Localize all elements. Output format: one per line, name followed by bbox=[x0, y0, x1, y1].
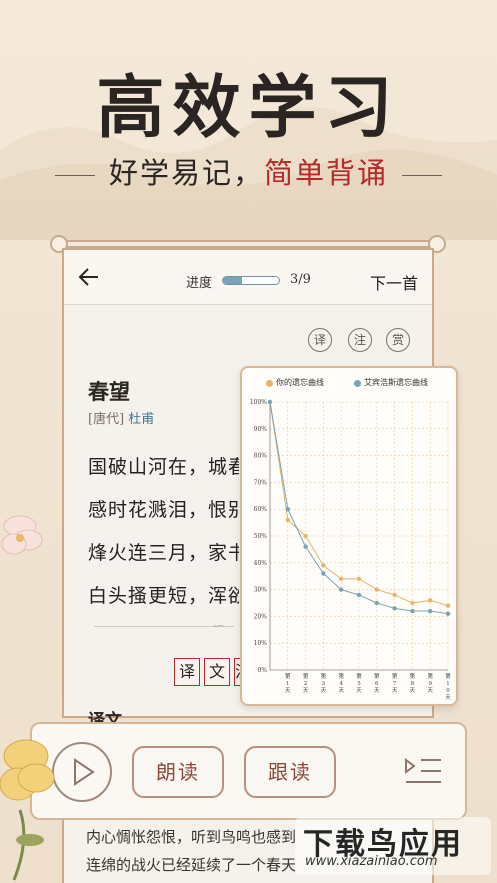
x-tick-label: 第4天 bbox=[338, 672, 344, 694]
left-dash bbox=[54, 174, 95, 176]
data-point bbox=[392, 592, 397, 598]
data-point bbox=[321, 571, 326, 576]
tool-appreciate[interactable]: 赏 bbox=[386, 328, 410, 352]
y-tick-label: 20% bbox=[254, 613, 268, 620]
yellow-flower-decoration-icon bbox=[0, 739, 55, 881]
x-tick-label: 第1天 bbox=[285, 672, 291, 694]
data-point bbox=[303, 533, 308, 539]
x-tick-label: 第6天 bbox=[374, 672, 380, 694]
data-point bbox=[267, 399, 273, 405]
y-tick-label: 80% bbox=[254, 453, 268, 460]
x-tick-label: 第2天 bbox=[303, 672, 309, 694]
translation-line: 内心惆怅怨恨，听到鸟鸣也感到 bbox=[86, 828, 297, 846]
poem-line: 感时花溅泪，恨别鸟惊心。 bbox=[88, 499, 239, 521]
x-tick-label: 第5天 bbox=[356, 672, 362, 694]
data-point bbox=[303, 544, 308, 549]
poem-line: 国破山河在，城春草木深。 bbox=[88, 456, 239, 478]
forgetting-curve-chart: 100% 90% 80% 70% 60% 50% 40% 30% 20% 10% 0% 第 1 天 第 2 天 第… bbox=[250, 399, 451, 701]
x-tick-label: 第3天 bbox=[321, 672, 327, 694]
y-tick-label: 100% bbox=[250, 399, 267, 406]
next-poem-button[interactable]: 下一首 bbox=[370, 270, 418, 294]
progress-count: 3/9 bbox=[290, 272, 311, 287]
data-point bbox=[321, 563, 326, 568]
y-tick-label: 90% bbox=[254, 426, 268, 433]
data-point bbox=[285, 517, 290, 523]
data-point bbox=[356, 576, 362, 582]
control-panel: 朗读 跟读 bbox=[30, 722, 467, 820]
x-tick-label: 第8天 bbox=[410, 672, 416, 694]
y-tick-label: 60% bbox=[254, 506, 268, 513]
data-point bbox=[285, 507, 290, 512]
subtitle-part1: 好学易记， bbox=[108, 156, 264, 190]
data-point bbox=[445, 603, 451, 608]
data-point bbox=[356, 592, 362, 598]
right-dash bbox=[402, 174, 443, 176]
mode-chip-text[interactable]: 文 bbox=[204, 658, 230, 686]
data-point bbox=[428, 598, 433, 603]
x-tick-label: 第7天 bbox=[392, 672, 398, 694]
y-tick-label: 30% bbox=[254, 587, 268, 594]
tool-annotate[interactable]: 注 bbox=[348, 328, 372, 352]
data-point bbox=[410, 608, 415, 614]
data-point bbox=[428, 608, 433, 614]
hero-subtitle: 好学易记，简单背诵 bbox=[0, 150, 497, 192]
forgetting-curve-card: 你的遗忘曲线 艾宾浩斯遗忘曲线 100% 90% 80% 70% 60% 50% 40% 30… bbox=[240, 366, 458, 706]
playlist-icon[interactable] bbox=[403, 754, 443, 788]
tool-translate[interactable]: 译 bbox=[308, 328, 332, 352]
translation-line: 连绵的战火已经延续了一个春天 bbox=[86, 856, 297, 874]
watermark-url: www.xiazainiao.com bbox=[305, 854, 438, 869]
hero-title: 高效学习 bbox=[96, 68, 401, 148]
y-tick-label: 10% bbox=[254, 640, 268, 647]
watermark: 下载鸟应用 www.xiazainiao.com bbox=[295, 817, 491, 875]
data-point bbox=[374, 587, 379, 592]
data-point bbox=[392, 606, 397, 611]
data-point bbox=[445, 611, 451, 616]
follow-read-button[interactable]: 跟读 bbox=[244, 746, 336, 798]
data-point bbox=[339, 576, 344, 582]
data-point bbox=[374, 600, 379, 606]
read-aloud-button[interactable]: 朗读 bbox=[132, 746, 224, 798]
data-point bbox=[339, 587, 344, 592]
poem-lines: 国破山河在，城春草木深。 感时花溅泪，恨别鸟惊心。 烽火连三月，家书抵万金。 白… bbox=[64, 250, 239, 610]
poem-line: 白头搔更短，浑欲不胜簪。 bbox=[88, 585, 239, 607]
frame-top-bar bbox=[58, 240, 438, 248]
flower-decoration-icon bbox=[1, 515, 43, 555]
y-tick-label: 0% bbox=[257, 667, 267, 674]
mode-chip-translate[interactable]: 译 bbox=[174, 658, 200, 686]
poem-line: 烽火连三月，家书抵万金。 bbox=[88, 542, 239, 564]
subtitle-part2: 简单背诵 bbox=[264, 156, 389, 190]
x-tick-label: 第9天 bbox=[427, 672, 433, 694]
y-tick-label: 70% bbox=[254, 479, 268, 486]
y-tick-label: 50% bbox=[254, 533, 268, 540]
y-tick-label: 40% bbox=[254, 560, 268, 567]
x-tick-label: 第10天 bbox=[445, 672, 451, 701]
data-point bbox=[410, 600, 415, 606]
swirl-ornament-icon: ∽ bbox=[212, 616, 226, 635]
